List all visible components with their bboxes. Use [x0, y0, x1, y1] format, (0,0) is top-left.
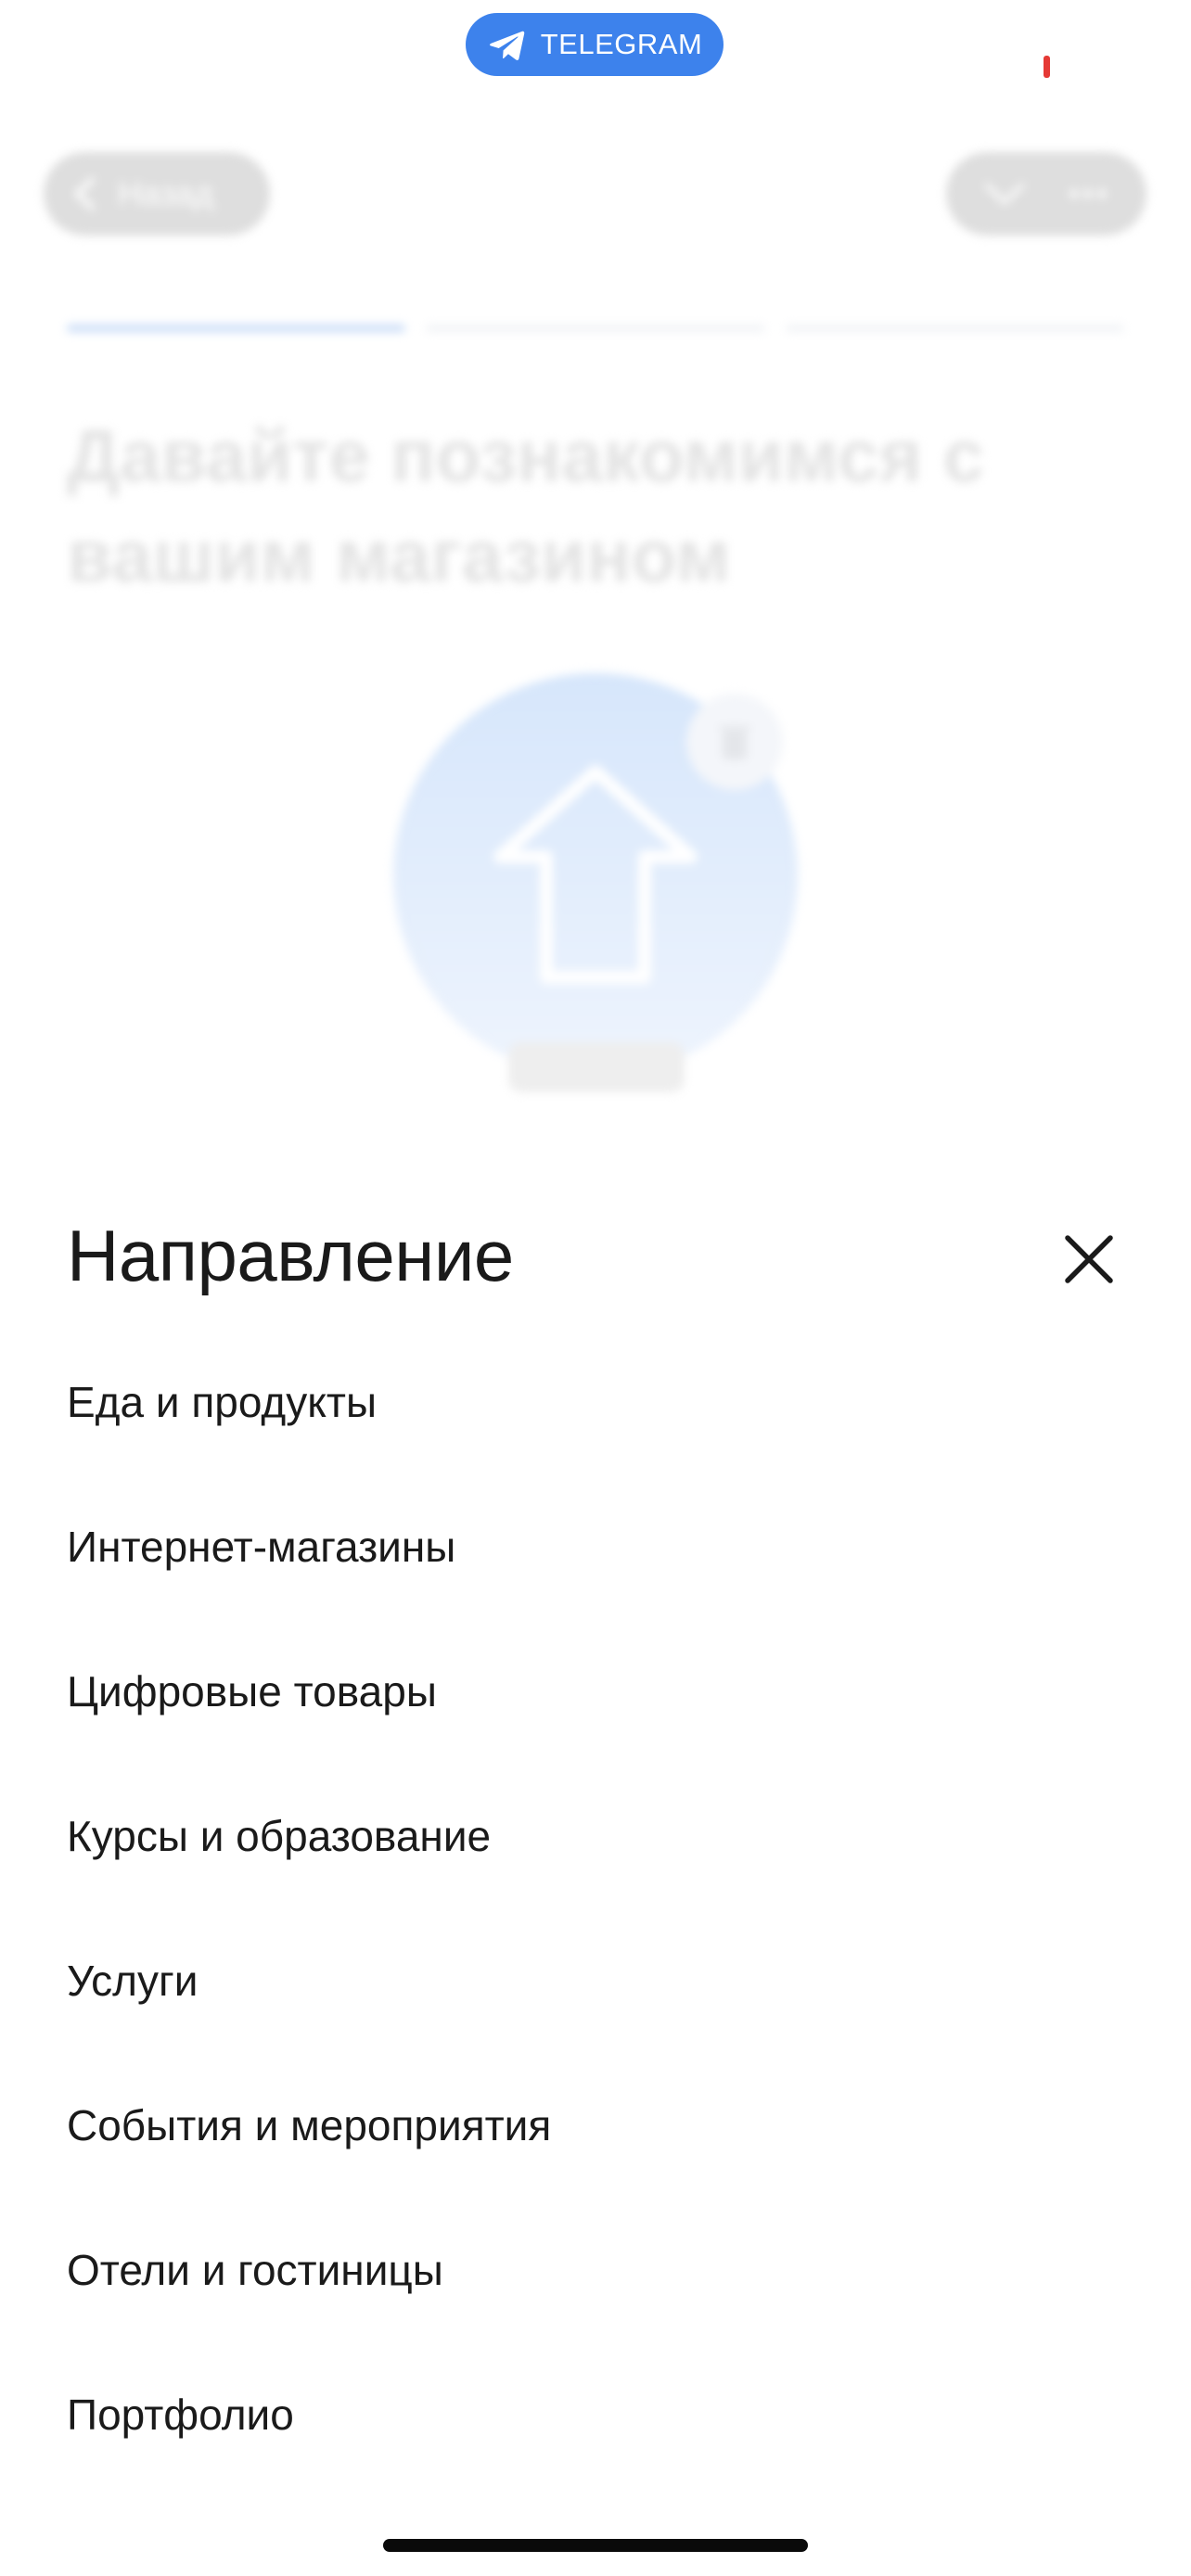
sheet-title: Направление	[67, 1215, 514, 1296]
option-digital-goods[interactable]: Цифровые товары	[0, 1619, 1191, 1764]
delete-button[interactable]	[686, 694, 783, 790]
direction-options-list: Еда и продукты Интернет-магазины Цифровы…	[0, 1330, 1191, 2487]
telegram-icon	[489, 31, 525, 60]
progress-step-2	[426, 325, 765, 332]
recording-indicator	[1044, 56, 1050, 78]
option-portfolio[interactable]: Портфолио	[0, 2342, 1191, 2487]
telegram-label: TELEGRAM	[540, 28, 703, 60]
back-button[interactable]: Назад	[44, 152, 270, 236]
home-indicator[interactable]	[383, 2539, 808, 2552]
progress-step-3	[785, 325, 1124, 332]
page-title: Давайте познакомимся с вашим магазином	[67, 414, 985, 597]
direction-sheet: Направление Еда и продукты Интернет-мага…	[0, 1154, 1191, 2576]
upload-arrow-icon	[493, 765, 698, 984]
progress-bar	[67, 325, 1124, 332]
telegram-pill[interactable]: TELEGRAM	[466, 13, 724, 76]
option-hotels[interactable]: Отели и гостиницы	[0, 2198, 1191, 2342]
chevron-left-icon	[74, 177, 96, 210]
trash-icon	[719, 726, 750, 759]
menu-pill[interactable]	[946, 152, 1146, 236]
upload-caption	[508, 1042, 685, 1092]
chevron-down-icon[interactable]	[983, 180, 1026, 208]
option-food[interactable]: Еда и продукты	[0, 1330, 1191, 1474]
close-button[interactable]	[1044, 1215, 1133, 1304]
close-icon	[1065, 1235, 1113, 1283]
progress-step-1	[67, 325, 406, 332]
option-courses[interactable]: Курсы и образование	[0, 1764, 1191, 1908]
option-services[interactable]: Услуги	[0, 1908, 1191, 2053]
option-online-stores[interactable]: Интернет-магазины	[0, 1474, 1191, 1619]
back-label: Назад	[118, 174, 214, 212]
option-events[interactable]: События и мероприятия	[0, 2053, 1191, 2198]
more-icon[interactable]	[1067, 180, 1109, 208]
screen: TELEGRAM Назад Давайте познакомимся с ва…	[0, 0, 1191, 2576]
